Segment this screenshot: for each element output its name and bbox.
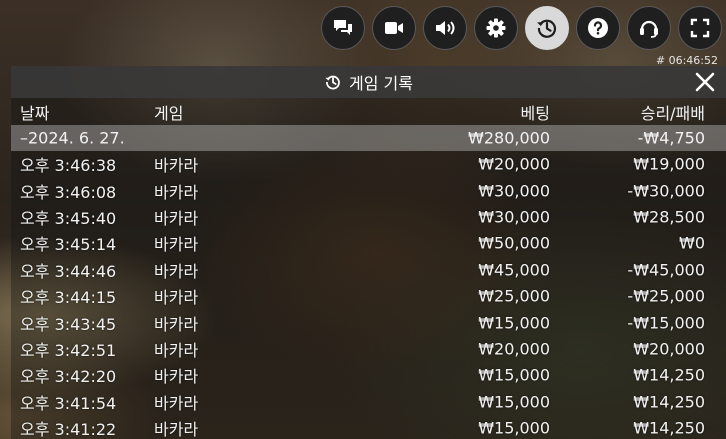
- panel-header: 게임 기록: [11, 66, 726, 98]
- chat-icon: [334, 20, 352, 35]
- row-winloss: -₩45,000: [627, 260, 705, 280]
- panel-title-group: 게임 기록: [324, 70, 413, 94]
- row-bet: ₩45,000: [478, 260, 550, 280]
- summary-date: –2024. 6. 27.: [20, 128, 125, 148]
- support-button[interactable]: [627, 6, 671, 50]
- column-header-winloss: 승리/패배: [640, 103, 705, 123]
- history-button[interactable]: [525, 6, 569, 50]
- row-winloss: ₩14,250: [633, 392, 705, 412]
- summary-winloss: -₩4,750: [637, 128, 705, 148]
- row-time: 오후 3:41:22: [20, 420, 117, 439]
- row-bet: ₩25,000: [478, 286, 550, 306]
- history-icon: [537, 19, 557, 38]
- column-header-date: 날짜: [20, 103, 50, 123]
- history-rows: 오후 3:46:38 바카라 ₩20,000 ₩19,000 오후 3:46:0…: [11, 151, 726, 439]
- chat-button[interactable]: [321, 6, 365, 50]
- row-game: 바카라: [154, 208, 199, 228]
- row-game: 바카라: [154, 420, 199, 439]
- history-row[interactable]: 오후 3:45:14 바카라 ₩50,000 ₩0: [11, 230, 726, 256]
- settings-button[interactable]: [474, 6, 518, 50]
- fullscreen-button[interactable]: [678, 6, 722, 50]
- row-time: 오후 3:42:51: [20, 340, 117, 360]
- history-row[interactable]: 오후 3:45:40 바카라 ₩30,000 ₩28,500: [11, 204, 726, 230]
- row-game: 바카라: [154, 340, 199, 360]
- row-game: 바카라: [154, 314, 199, 334]
- row-winloss: -₩25,000: [627, 286, 705, 306]
- row-winloss: ₩19,000: [633, 154, 705, 174]
- history-row[interactable]: 오후 3:41:22 바카라 ₩15,000 ₩14,250: [11, 415, 726, 439]
- row-time: 오후 3:45:40: [20, 208, 117, 228]
- row-winloss: -₩30,000: [627, 181, 705, 201]
- row-game: 바카라: [154, 288, 199, 308]
- history-row[interactable]: 오후 3:44:15 바카라 ₩25,000 -₩25,000: [11, 283, 726, 309]
- headset-icon: [640, 20, 658, 38]
- row-bet: ₩20,000: [478, 154, 550, 174]
- column-header-game: 게임: [154, 103, 184, 123]
- help-icon: [588, 18, 608, 38]
- history-row[interactable]: 오후 3:46:08 바카라 ₩30,000 -₩30,000: [11, 177, 726, 203]
- row-game: 바카라: [154, 367, 199, 387]
- row-bet: ₩30,000: [478, 181, 550, 201]
- row-bet: ₩30,000: [478, 207, 550, 227]
- row-bet: ₩15,000: [478, 313, 550, 333]
- top-toolbar: [321, 6, 722, 50]
- column-header-bet: 베팅: [520, 103, 550, 123]
- video-camera-icon: [385, 22, 403, 34]
- video-button[interactable]: [372, 6, 416, 50]
- row-game: 바카라: [154, 156, 199, 176]
- row-game: 바카라: [154, 261, 199, 281]
- row-time: 오후 3:46:08: [20, 182, 117, 202]
- row-bet: ₩15,000: [478, 392, 550, 412]
- row-winloss: -₩15,000: [627, 313, 705, 333]
- row-game: 바카라: [154, 393, 199, 413]
- close-icon[interactable]: [694, 71, 716, 93]
- row-game: 바카라: [154, 182, 199, 202]
- row-time: 오후 3:41:54: [20, 393, 117, 413]
- history-row[interactable]: 오후 3:44:46 바카라 ₩45,000 -₩45,000: [11, 257, 726, 283]
- row-winloss: ₩0: [679, 233, 705, 253]
- row-bet: ₩50,000: [478, 233, 550, 253]
- history-icon: [325, 75, 340, 90]
- row-time: 오후 3:46:38: [20, 156, 117, 176]
- row-winloss: ₩20,000: [633, 339, 705, 359]
- row-time: 오후 3:44:15: [20, 288, 117, 308]
- fullscreen-icon: [690, 18, 710, 38]
- history-row[interactable]: 오후 3:42:20 바카라 ₩15,000 ₩14,250: [11, 362, 726, 388]
- history-row[interactable]: 오후 3:41:54 바카라 ₩15,000 ₩14,250: [11, 389, 726, 415]
- row-winloss: ₩14,250: [633, 418, 705, 438]
- history-row[interactable]: 오후 3:46:38 바카라 ₩20,000 ₩19,000: [11, 151, 726, 177]
- history-row[interactable]: 오후 3:43:45 바카라 ₩15,000 -₩15,000: [11, 309, 726, 335]
- row-winloss: ₩28,500: [633, 207, 705, 227]
- game-history-panel: 게임 기록 날짜 게임 베팅 승리/패배 –2024. 6. 27. ₩280,…: [11, 66, 726, 439]
- help-button[interactable]: [576, 6, 620, 50]
- gear-icon: [486, 18, 506, 38]
- panel-title: 게임 기록: [349, 74, 413, 93]
- row-bet: ₩15,000: [478, 418, 550, 438]
- sound-button[interactable]: [423, 6, 467, 50]
- speaker-icon: [436, 21, 455, 35]
- history-row[interactable]: 오후 3:42:51 바카라 ₩20,000 ₩20,000: [11, 336, 726, 362]
- row-time: 오후 3:45:14: [20, 235, 117, 255]
- row-time: 오후 3:42:20: [20, 367, 117, 387]
- row-bet: ₩20,000: [478, 339, 550, 359]
- column-headers: 날짜 게임 베팅 승리/패배: [11, 98, 726, 125]
- row-game: 바카라: [154, 235, 199, 255]
- row-time: 오후 3:43:45: [20, 314, 117, 334]
- row-winloss: ₩14,250: [633, 365, 705, 385]
- row-time: 오후 3:44:46: [20, 261, 117, 281]
- row-bet: ₩15,000: [478, 365, 550, 385]
- date-summary-row[interactable]: –2024. 6. 27. ₩280,000 -₩4,750: [11, 125, 726, 151]
- summary-bet: ₩280,000: [468, 128, 550, 148]
